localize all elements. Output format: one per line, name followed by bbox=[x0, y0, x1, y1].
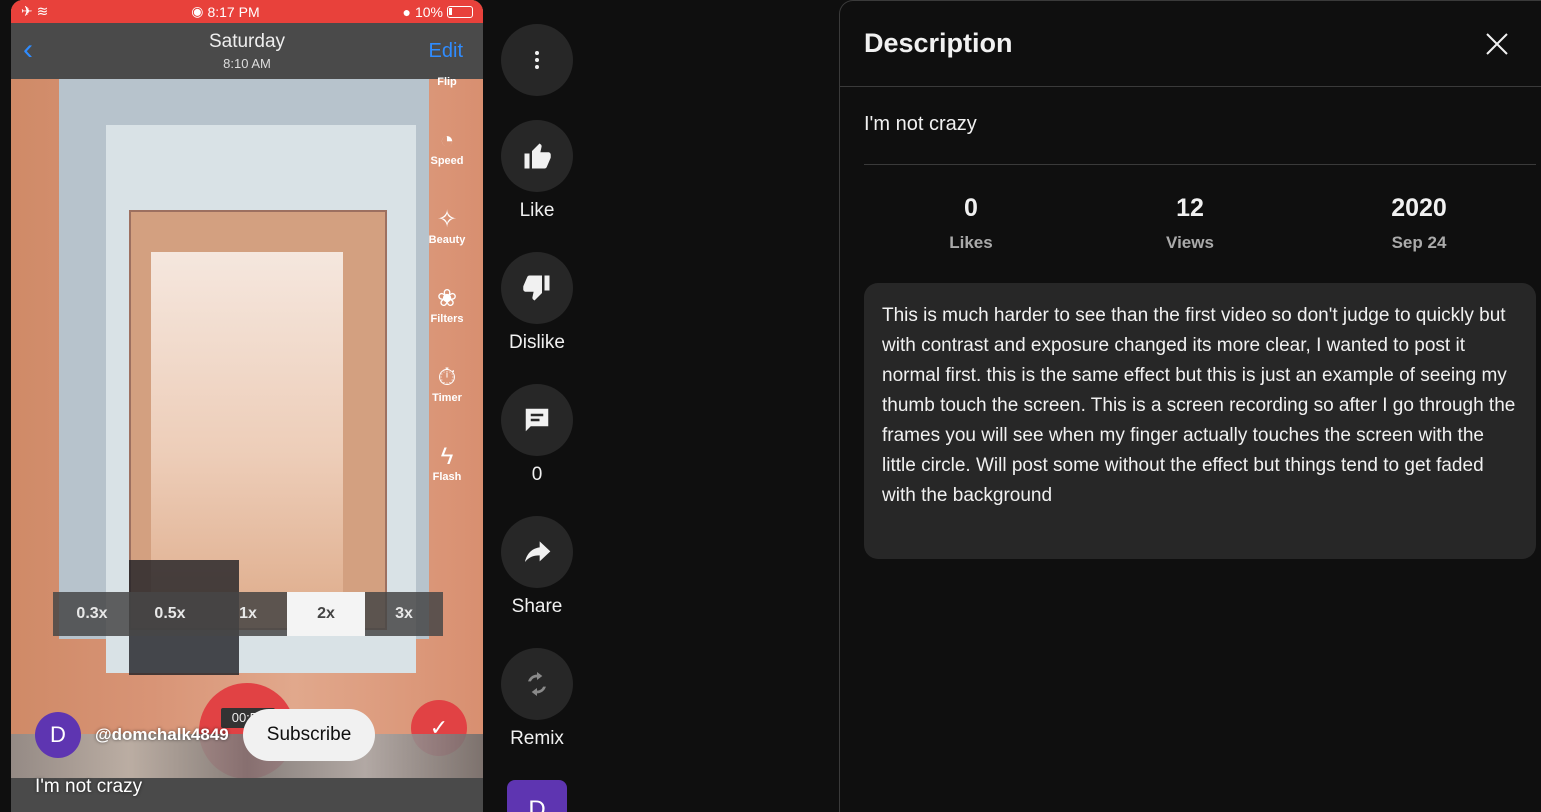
video-title[interactable]: I'm not crazy bbox=[35, 776, 142, 798]
zoom-option: 1x bbox=[239, 605, 257, 622]
share-action: Share bbox=[501, 516, 573, 620]
dislike-action: Dislike bbox=[501, 252, 573, 356]
action-column: Like Dislike 0 Share Remix D bbox=[501, 24, 573, 812]
description-panel: Description I'm not crazy 0 Likes 12 Vie… bbox=[839, 0, 1541, 812]
video-layer bbox=[151, 252, 343, 592]
screen-record-icon: ◉ bbox=[191, 3, 204, 19]
nav-time: 8:10 AM bbox=[223, 56, 271, 71]
tool-speed: ◔ Speed bbox=[430, 127, 464, 167]
stat-value: 0 bbox=[964, 194, 978, 222]
close-icon bbox=[1486, 32, 1508, 55]
share-label: Share bbox=[511, 596, 563, 617]
like-button[interactable] bbox=[501, 120, 573, 192]
camera-tools: Flip ◔ Speed ✧ Beauty ❀ Filters ⏱ Timer … bbox=[425, 76, 469, 485]
nav-day: Saturday bbox=[208, 31, 286, 52]
channel-handle[interactable]: @domchalk4849 bbox=[95, 725, 229, 745]
phone-nav-bar: ‹ Saturday 8:10 AM Edit bbox=[11, 23, 483, 79]
subscribe-button[interactable]: Subscribe bbox=[242, 709, 376, 761]
stat-label: Views bbox=[1166, 233, 1214, 252]
channel-avatar-small[interactable]: D bbox=[507, 780, 567, 812]
more-button[interactable] bbox=[501, 24, 573, 96]
airplane-wifi-icon: ✈ ≋ bbox=[21, 3, 49, 19]
dislike-button[interactable] bbox=[501, 252, 573, 324]
timer-icon: ⏱ bbox=[437, 364, 457, 391]
channel-row: D @domchalk4849 Subscribe bbox=[35, 709, 376, 761]
status-time: 8:17 PM bbox=[207, 3, 260, 20]
video-stats: 0 Likes 12 Views 2020 Sep 24 bbox=[864, 194, 1536, 253]
tool-beauty: ✧ Beauty bbox=[428, 206, 466, 246]
shorts-page: ✈ ≋ ◉ 8:17 PM ● 10% ‹ Saturday 8:10 AM E… bbox=[0, 0, 1541, 812]
stat-views: 12 Views bbox=[1078, 194, 1302, 253]
remix-action: Remix bbox=[501, 648, 573, 752]
remix-label: Remix bbox=[510, 728, 564, 749]
more-vert-icon bbox=[535, 51, 539, 69]
divider bbox=[864, 164, 1536, 165]
close-button[interactable] bbox=[1477, 24, 1517, 64]
stat-value: 12 bbox=[1176, 194, 1204, 222]
zoom-option: 3x bbox=[395, 605, 413, 622]
video-player[interactable]: ✈ ≋ ◉ 8:17 PM ● 10% ‹ Saturday 8:10 AM E… bbox=[11, 0, 483, 812]
description-text: This is much harder to see than the firs… bbox=[864, 283, 1536, 559]
zoom-option: 0.5x bbox=[154, 605, 186, 622]
comments-count: 0 bbox=[531, 464, 543, 485]
thumb-down-icon bbox=[523, 275, 550, 301]
tool-flash: ϟ Flash bbox=[432, 443, 462, 483]
nav-edit: Edit bbox=[428, 40, 463, 62]
tool-timer: ⏱ Timer bbox=[432, 364, 462, 404]
comment-action: 0 bbox=[501, 384, 573, 488]
phone-status-bar: ✈ ≋ ◉ 8:17 PM ● 10% bbox=[11, 0, 483, 23]
mic-icon: ● bbox=[402, 3, 411, 20]
flash-icon: ϟ bbox=[440, 443, 454, 470]
panel-title: Description bbox=[864, 28, 1013, 58]
zoom-option: 0.3x bbox=[76, 605, 108, 622]
description-video-title: I'm not crazy bbox=[864, 113, 977, 135]
zoom-selector: 0.3x 0.5x 1x 2x 3x bbox=[53, 592, 443, 636]
tool-filters: ❀ Filters bbox=[430, 285, 464, 325]
remix-button[interactable] bbox=[501, 648, 573, 720]
battery-percent: 10% bbox=[414, 3, 443, 20]
comment-icon bbox=[525, 408, 549, 432]
battery-icon bbox=[447, 5, 473, 18]
speed-icon: ◔ bbox=[439, 127, 455, 154]
panel-header: Description bbox=[840, 1, 1541, 87]
tool-flip: Flip bbox=[437, 76, 457, 88]
share-button[interactable] bbox=[501, 516, 573, 588]
comments-button[interactable] bbox=[501, 384, 573, 456]
like-label: Like bbox=[519, 200, 555, 221]
stat-label: Likes bbox=[949, 233, 993, 252]
thumb-up-icon bbox=[524, 143, 551, 169]
share-icon bbox=[525, 541, 551, 562]
filters-icon: ❀ bbox=[436, 285, 458, 312]
remix-icon bbox=[528, 672, 546, 696]
stat-label: Sep 24 bbox=[1391, 233, 1447, 252]
beauty-icon: ✧ bbox=[436, 206, 458, 233]
dislike-label: Dislike bbox=[509, 332, 565, 353]
stat-value: 2020 bbox=[1391, 194, 1447, 222]
stat-date: 2020 Sep 24 bbox=[1302, 194, 1536, 253]
zoom-option-selected: 2x bbox=[287, 592, 365, 636]
stat-likes: 0 Likes bbox=[864, 194, 1078, 253]
more-actions bbox=[501, 24, 573, 96]
channel-avatar[interactable]: D bbox=[35, 712, 81, 758]
like-action: Like bbox=[501, 120, 573, 224]
